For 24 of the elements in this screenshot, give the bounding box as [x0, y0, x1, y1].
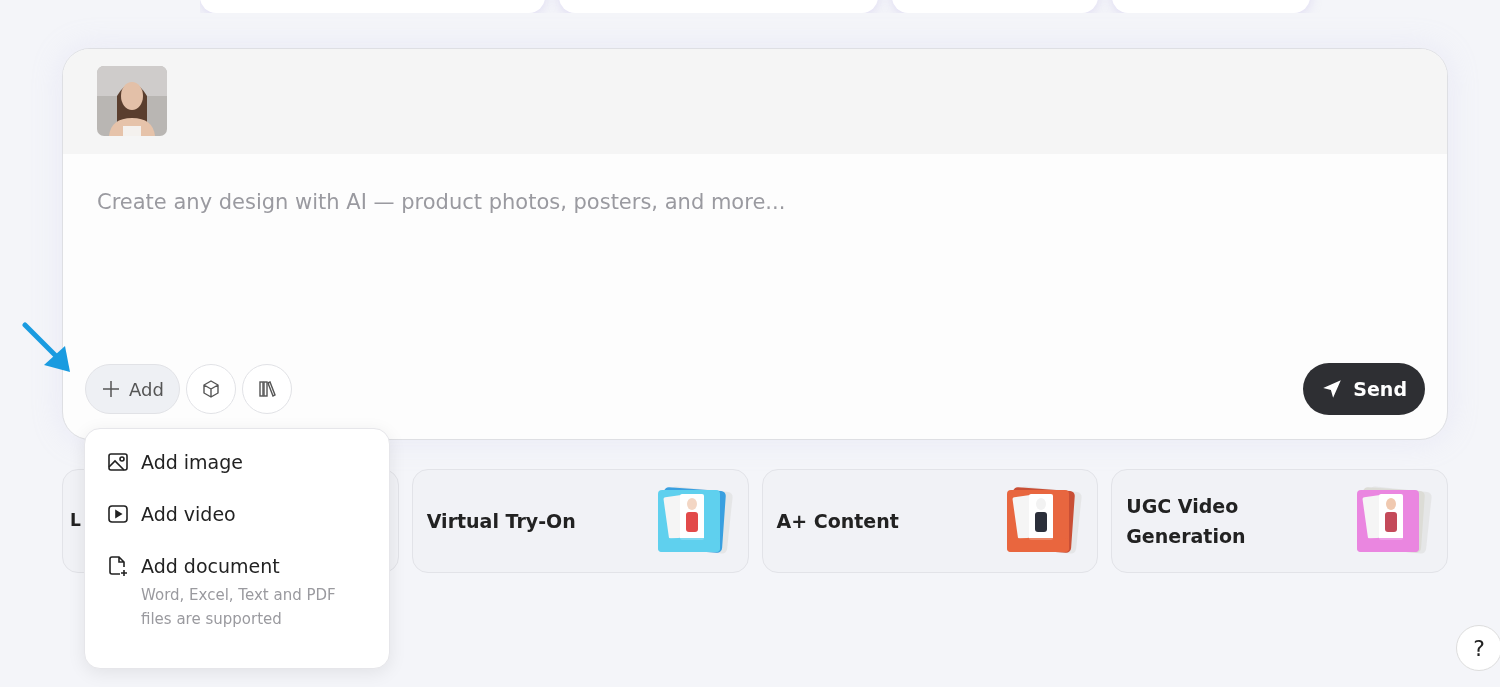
send-icon: [1321, 378, 1344, 400]
menu-label: Add document: [141, 555, 281, 577]
send-button[interactable]: Send: [1303, 363, 1425, 415]
menu-item[interactable]: Add image: [107, 451, 367, 473]
menu-note: Word, Excel, Text and PDF files are supported: [141, 585, 337, 630]
prompt-field[interactable]: Create any design with AI — product photos, posters, and more...: [85, 190, 1425, 214]
feature-card[interactable]: Virtual Try-On: [411, 469, 749, 573]
add-button[interactable]: Add: [85, 364, 180, 414]
cube-icon: [200, 379, 221, 399]
cube-button[interactable]: [185, 364, 236, 414]
video-icon: [107, 503, 129, 525]
help-button[interactable]: ?: [1456, 625, 1500, 671]
menu-label: Add video: [141, 503, 236, 525]
menu-item[interactable]: Add document Word, Excel, Text and PDF files are supported: [107, 555, 367, 631]
menu-item[interactable]: Add video: [107, 503, 367, 525]
feature-card[interactable]: UGC Video Generation: [1111, 469, 1448, 573]
feature-card[interactable]: A+ Content: [761, 469, 1099, 573]
menu-label: Add image: [141, 451, 243, 473]
arrow-icon: [22, 322, 72, 374]
document-icon: [107, 555, 129, 577]
image-icon: [107, 451, 129, 473]
library-button[interactable]: [241, 364, 292, 414]
books-icon: [256, 379, 277, 399]
plus-icon: [101, 379, 121, 399]
